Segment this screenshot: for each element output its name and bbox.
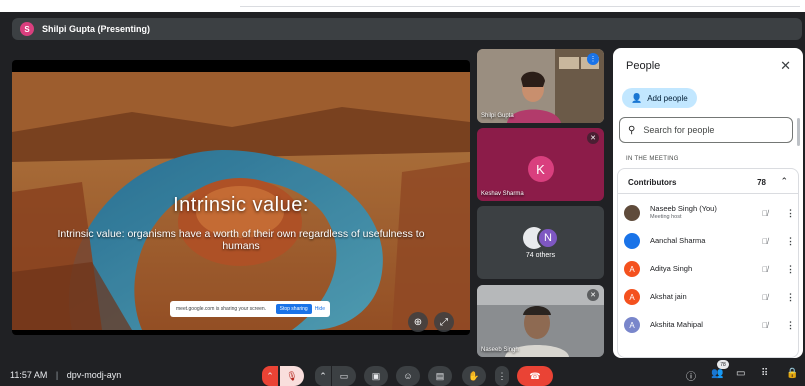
meeting-code: dpv-modj-ayn — [66, 370, 122, 380]
host-controls-icon[interactable]: 🔒 — [786, 368, 798, 379]
close-icon[interactable]: ✕ — [780, 58, 791, 74]
slide-subtitle: Intrinsic value: organisms have a worth … — [57, 228, 425, 252]
mic-off-icon[interactable]: 🎙̸ — [758, 321, 772, 330]
emoji-button[interactable]: ☺ — [396, 366, 420, 386]
clock-time: 11:57 AM — [10, 370, 48, 380]
more-options-icon[interactable]: ⋮ — [786, 208, 795, 219]
role-text: Meeting host — [650, 214, 682, 220]
avatar — [624, 233, 640, 249]
tile-name: Keshav Sharma — [481, 191, 524, 197]
people-count-badge: 78 — [717, 360, 729, 369]
tile-name: Naseeb Singh — [481, 347, 519, 353]
more-options-icon[interactable]: ⋮ — [786, 320, 795, 331]
participant-row[interactable]: Aanchal Sharma 🎙̸ ⋮ — [624, 227, 795, 255]
search-placeholder: Search for people — [643, 125, 715, 135]
present-button[interactable]: ▣ — [364, 366, 388, 386]
avatar-stack: N — [523, 227, 559, 249]
participant-tile[interactable]: ⋮ Shilpi Gupta — [477, 49, 604, 123]
leave-call-button[interactable]: ☎ — [517, 366, 553, 386]
participant-name: Akshat jain — [650, 292, 687, 301]
mic-off-icon: ✕ — [587, 132, 599, 144]
video-options-button[interactable]: ⌃ — [315, 366, 331, 386]
camera-button[interactable]: ▭ — [332, 366, 356, 386]
participant-row[interactable]: A Akshat jain 🎙̸ ⋮ — [624, 283, 795, 311]
mic-off-icon[interactable]: 🎙̸ — [758, 237, 772, 246]
audio-options-button[interactable]: ⌃ — [262, 366, 278, 386]
name-text: Naseeb Singh (You) — [650, 204, 717, 213]
info-icon[interactable]: ⓘ — [686, 368, 696, 383]
participant-avatar: K — [527, 156, 554, 182]
mic-off-icon: ✕ — [587, 289, 599, 301]
contributors-group: Contributors 78 ⌃ Naseeb Singh (You) Mee… — [617, 168, 799, 358]
chevron-up-icon[interactable]: ⌃ — [780, 176, 788, 187]
others-tile[interactable]: N 74 others — [477, 206, 604, 279]
participant-row[interactable]: Naseeb Singh (You) Meeting host 🎙̸ ⋮ — [624, 199, 795, 227]
search-icon: ⚲ — [628, 124, 636, 136]
participant-video — [477, 49, 604, 123]
participant-row[interactable]: A Akshita Mahipal 🎙̸ ⋮ — [624, 311, 795, 339]
divider-line — [240, 6, 800, 7]
avatar — [624, 205, 640, 221]
presenting-label: Shilpi Gupta (Presenting) — [42, 24, 151, 34]
speaking-icon: ⋮ — [587, 53, 599, 65]
participant-tile[interactable]: ✕ K Keshav Sharma — [477, 128, 604, 201]
presenter-avatar: S — [20, 22, 34, 36]
divider — [618, 193, 798, 194]
avatar: N — [537, 227, 559, 249]
person-add-icon: 👤 — [631, 92, 643, 103]
add-people-label: Add people — [647, 93, 688, 103]
section-label: IN THE MEETING — [626, 156, 679, 162]
stop-sharing-button[interactable]: Stop sharing — [275, 304, 312, 314]
slide-title: Intrinsic value: — [173, 194, 309, 216]
participant-tile[interactable]: ✕ Naseeb Singh — [477, 285, 604, 357]
search-input[interactable]: ⚲ Search for people — [619, 117, 793, 143]
scrollbar[interactable] — [797, 118, 800, 146]
tile-name: Shilpi Gupta — [481, 113, 514, 119]
raise-hand-button[interactable]: ✋ — [462, 366, 486, 386]
avatar: A — [624, 261, 640, 277]
more-options-icon[interactable]: ⋮ — [786, 292, 795, 303]
fullscreen-icon[interactable]: ⤢ — [434, 312, 454, 332]
avatar: A — [624, 289, 640, 305]
captions-button[interactable]: ▤ — [428, 366, 452, 386]
more-options-button[interactable]: ⋮ — [495, 366, 509, 386]
mic-off-icon[interactable]: 🎙̸ — [758, 265, 772, 274]
presentation-stage[interactable]: Intrinsic value: Intrinsic value: organi… — [12, 60, 470, 335]
others-count: 74 others — [525, 252, 556, 259]
participant-name: Akshita Mahipal — [650, 320, 703, 329]
panel-title: People — [626, 60, 661, 72]
people-panel: People ✕ 👤 Add people ⚲ Search for peopl… — [613, 48, 803, 358]
zoom-icon[interactable]: ⊕ — [408, 312, 428, 332]
people-icon[interactable]: 👥 — [711, 368, 723, 379]
participant-name: Aditya Singh — [650, 264, 693, 273]
participant-name: Naseeb Singh (You) Meeting host — [650, 205, 758, 221]
bottom-bar: 11:57 AM | dpv-modj-ayn ⌃ 🎙 ⌃ ▭ ▣ ☺ ▤ ✋ … — [0, 362, 805, 386]
group-label: Contributors — [628, 178, 677, 187]
hide-button[interactable]: Hide — [315, 306, 325, 312]
presenting-banner: S Shilpi Gupta (Presenting) — [12, 18, 802, 40]
add-people-button[interactable]: 👤 Add people — [622, 88, 697, 108]
separator: | — [55, 370, 59, 380]
more-options-icon[interactable]: ⋮ — [786, 264, 795, 275]
meeting-info: 11:57 AM | dpv-modj-ayn — [10, 370, 121, 380]
chat-icon[interactable]: ▭ — [736, 368, 745, 379]
activities-icon[interactable]: ⠿ — [761, 368, 768, 379]
mic-off-button[interactable]: 🎙 — [280, 366, 304, 386]
more-options-icon[interactable]: ⋮ — [786, 236, 795, 247]
browser-strip — [0, 0, 805, 12]
screen-share-popup: meet.google.com is sharing your screen. … — [170, 301, 330, 317]
mic-off-icon[interactable]: 🎙̸ — [758, 209, 772, 218]
mic-off-icon[interactable]: 🎙̸ — [758, 293, 772, 302]
avatar: A — [624, 317, 640, 333]
participant-row[interactable]: A Aditya Singh 🎙̸ ⋮ — [624, 255, 795, 283]
share-message: meet.google.com is sharing your screen. — [176, 306, 267, 312]
participant-name: Aanchal Sharma — [650, 236, 706, 245]
group-count: 78 — [757, 178, 766, 187]
